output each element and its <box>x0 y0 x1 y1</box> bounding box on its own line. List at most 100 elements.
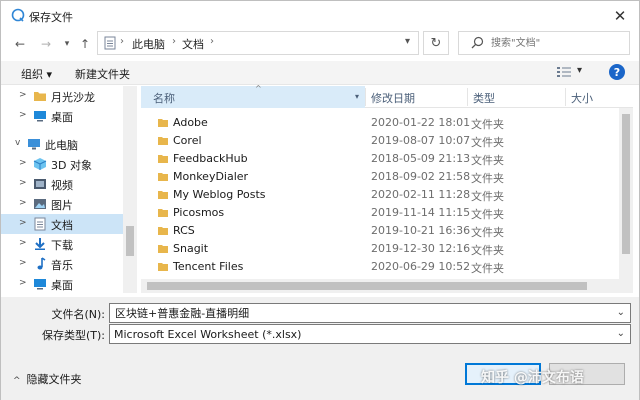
file-modified: 2019-12-30 12:16 <box>371 242 471 255</box>
view-dropdown-button[interactable]: ▾ <box>577 65 582 76</box>
folder-icon <box>157 261 169 276</box>
file-row[interactable]: Picosmos 2019-11-14 11:15 文件夹 <box>141 204 619 222</box>
expand-arrow-icon[interactable]: > <box>19 198 27 208</box>
file-type: 文件夹 <box>471 136 504 149</box>
file-row[interactable]: Adobe 2020-01-22 18:01 文件夹 <box>141 114 619 132</box>
music-icon <box>33 257 47 271</box>
chevron-down-icon: ▾ <box>64 39 70 49</box>
nav-item-desktop[interactable]: > 桌面 <box>1 106 123 126</box>
filename-input[interactable] <box>113 305 603 321</box>
column-filter-icon[interactable]: ▾ <box>355 92 359 101</box>
search-input[interactable] <box>489 34 625 52</box>
filename-field[interactable]: ⌄ <box>109 303 631 323</box>
file-row[interactable]: Tencent Files 2020-06-29 10:52 文件夹 <box>141 258 619 276</box>
column-headers: 名称 ^ ▾ 修改日期 类型 大小 <box>141 84 633 108</box>
expand-arrow-icon[interactable]: > <box>19 110 27 120</box>
file-modified: 2018-09-02 21:58 <box>371 170 471 183</box>
nav-item-documents[interactable]: > 文档 <box>1 214 123 234</box>
nav-item-3d-objects[interactable]: > 3D 对象 <box>1 154 123 174</box>
up-button[interactable]: ↑ <box>77 34 93 54</box>
scrollbar-thumb[interactable] <box>147 282 587 290</box>
forward-button[interactable]: → <box>37 34 55 54</box>
column-divider[interactable] <box>467 88 468 106</box>
file-row[interactable]: RCS 2019-10-21 16:36 文件夹 <box>141 222 619 240</box>
nav-item-desktop[interactable]: > 桌面 <box>1 274 123 294</box>
folder-icon <box>157 189 169 204</box>
file-row[interactable]: MonkeyDialer 2018-09-02 21:58 文件夹 <box>141 168 619 186</box>
filename-label: 文件名(N): <box>51 308 105 321</box>
navigation-bar: ← → ▾ ↑ › 此电脑 › 文档 › ▾ ↻ <box>1 31 639 57</box>
file-modified: 2018-05-09 21:13 <box>371 152 471 165</box>
filetype-select[interactable]: Microsoft Excel Worksheet (*.xlsx) ⌄ <box>109 324 631 344</box>
scrollbar-thumb[interactable] <box>126 226 134 256</box>
file-name: Corel <box>173 134 202 147</box>
new-folder-button[interactable]: 新建文件夹 <box>75 66 130 82</box>
expand-arrow-icon[interactable]: > <box>19 218 27 228</box>
app-icon <box>11 8 25 22</box>
file-type: 文件夹 <box>471 244 504 257</box>
file-list-scrollbar[interactable] <box>619 108 633 293</box>
folder-icon <box>157 225 169 240</box>
nav-item-label: 此电脑 <box>45 139 78 152</box>
file-name: My Weblog Posts <box>173 188 266 201</box>
address-dropdown-icon[interactable]: ▾ <box>405 36 410 47</box>
title-bar: 保存文件 ✕ <box>1 1 639 31</box>
nav-item-folder[interactable]: > 月光沙龙 <box>1 86 123 106</box>
refresh-icon: ↻ <box>430 35 442 51</box>
expand-arrow-icon[interactable]: > <box>19 238 27 248</box>
breadcrumb-this-pc[interactable]: 此电脑 <box>132 36 165 52</box>
video-icon <box>33 177 47 191</box>
organize-button[interactable]: 组织 ▾ <box>21 66 52 82</box>
picture-icon <box>33 197 47 211</box>
expand-arrow-icon[interactable]: > <box>19 90 27 100</box>
help-button[interactable]: ? <box>609 64 625 80</box>
scrollbar-thumb[interactable] <box>622 114 630 254</box>
nav-item-label: 音乐 <box>51 259 73 272</box>
nav-item-pictures[interactable]: > 图片 <box>1 194 123 214</box>
back-arrow-icon: ← <box>14 37 26 51</box>
column-divider[interactable] <box>565 88 566 106</box>
column-header-modified[interactable]: 修改日期 <box>371 90 415 106</box>
breadcrumb-separator[interactable]: › <box>172 36 176 47</box>
file-row[interactable]: FeedbackHub 2018-05-09 21:13 文件夹 <box>141 150 619 168</box>
collapse-arrow-icon[interactable]: v <box>15 138 20 148</box>
nav-item-music[interactable]: > 音乐 <box>1 254 123 274</box>
column-header-type[interactable]: 类型 <box>473 90 495 106</box>
column-header-size[interactable]: 大小 <box>571 90 593 106</box>
nav-item-this-pc[interactable]: v 此电脑 <box>1 134 123 154</box>
nav-item-downloads[interactable]: > 下载 <box>1 234 123 254</box>
file-row[interactable]: Corel 2019-08-07 10:07 文件夹 <box>141 132 619 150</box>
horizontal-scrollbar[interactable] <box>141 279 619 293</box>
chevron-down-icon[interactable]: ⌄ <box>617 307 625 318</box>
hide-folders-toggle[interactable]: ^ 隐藏文件夹 <box>13 371 82 387</box>
view-options-icon[interactable] <box>557 66 571 81</box>
search-box[interactable] <box>458 31 630 55</box>
expand-arrow-icon[interactable]: > <box>19 178 27 188</box>
nav-item-label: 月光沙龙 <box>51 91 95 104</box>
file-row[interactable]: My Weblog Posts 2020-02-11 11:28 文件夹 <box>141 186 619 204</box>
breadcrumb-separator[interactable]: › <box>210 36 214 47</box>
close-button[interactable]: ✕ <box>607 5 633 27</box>
address-bar[interactable]: › 此电脑 › 文档 › ▾ <box>97 31 419 55</box>
back-button[interactable]: ← <box>11 34 29 54</box>
close-icon: ✕ <box>613 7 627 25</box>
file-row[interactable]: Snagit 2019-12-30 12:16 文件夹 <box>141 240 619 258</box>
expand-arrow-icon[interactable]: > <box>19 258 27 268</box>
expand-arrow-icon[interactable]: > <box>19 278 27 288</box>
chevron-down-icon[interactable]: ⌄ <box>617 328 625 339</box>
nav-item-videos[interactable]: > 视频 <box>1 174 123 194</box>
refresh-button[interactable]: ↻ <box>423 31 449 55</box>
column-divider[interactable] <box>365 88 366 106</box>
column-header-name[interactable]: 名称 <box>141 86 365 108</box>
file-name: MonkeyDialer <box>173 170 249 183</box>
file-modified: 2020-02-11 11:28 <box>371 188 471 201</box>
computer-icon <box>27 137 41 151</box>
breadcrumb-documents[interactable]: 文档 <box>182 36 204 52</box>
nav-pane-scrollbar[interactable] <box>123 86 137 293</box>
breadcrumb-separator[interactable]: › <box>120 36 124 47</box>
filetype-value: Microsoft Excel Worksheet (*.xlsx) <box>114 328 302 341</box>
sort-ascending-icon: ^ <box>255 84 262 93</box>
expand-arrow-icon[interactable]: > <box>19 158 27 168</box>
recent-locations-button[interactable]: ▾ <box>61 34 73 54</box>
nav-item-label: 3D 对象 <box>51 159 92 172</box>
